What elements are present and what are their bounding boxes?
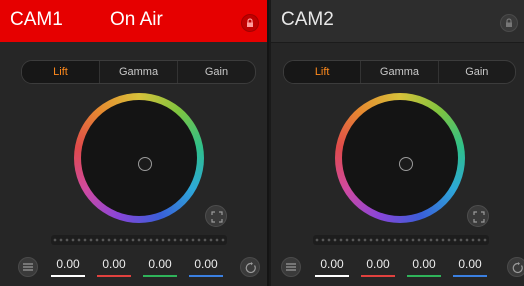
expand-icon[interactable] [205, 205, 227, 227]
luma-value[interactable]: 0.00 [315, 256, 349, 277]
panel-header: CAM1 On Air [0, 0, 267, 42]
blue-value[interactable]: 0.00 [189, 256, 223, 277]
color-values: 0.00 0.00 0.00 0.00 [51, 256, 223, 277]
color-wheel-handle[interactable] [138, 157, 152, 171]
tab-gamma[interactable]: Gamma [99, 61, 177, 83]
color-wheel-inner [342, 100, 458, 216]
red-value[interactable]: 0.00 [97, 256, 131, 277]
tab-lift[interactable]: Lift [22, 61, 99, 83]
lock-icon[interactable] [241, 14, 259, 32]
color-wheel-handle[interactable] [399, 157, 413, 171]
green-value[interactable]: 0.00 [143, 256, 177, 277]
camera-name: CAM2 [281, 9, 334, 30]
on-air-label: On Air [110, 9, 163, 30]
lock-icon[interactable] [500, 14, 518, 32]
camera-panel-cam2: CAM2 Lift Gamma Gain 0.00 0.00 0.00 0.00 [271, 0, 524, 286]
green-value[interactable]: 0.00 [407, 256, 441, 277]
tab-lift[interactable]: Lift [284, 61, 361, 83]
color-wheel-inner [81, 100, 197, 216]
expand-icon[interactable] [467, 205, 489, 227]
adjustment-tabs: Lift Gamma Gain [283, 60, 516, 84]
menu-icon[interactable] [281, 257, 301, 277]
tab-gain[interactable]: Gain [437, 61, 515, 83]
luma-value[interactable]: 0.00 [51, 256, 85, 277]
blue-value[interactable]: 0.00 [453, 256, 487, 277]
camera-panels: CAM1 On Air Lift Gamma Gain 0.00 0.00 0.… [0, 0, 524, 286]
master-dial[interactable] [313, 235, 489, 245]
reset-icon[interactable] [240, 257, 260, 277]
reset-icon[interactable] [507, 257, 524, 277]
color-values: 0.00 0.00 0.00 0.00 [315, 256, 487, 277]
adjustment-tabs: Lift Gamma Gain [21, 60, 256, 84]
tab-gain[interactable]: Gain [177, 61, 255, 83]
menu-icon[interactable] [18, 257, 38, 277]
camera-name: CAM1 [10, 9, 63, 30]
red-value[interactable]: 0.00 [361, 256, 395, 277]
color-wheel[interactable] [74, 93, 204, 223]
camera-panel-cam1: CAM1 On Air Lift Gamma Gain 0.00 0.00 0.… [0, 0, 269, 286]
color-wheel[interactable] [335, 93, 465, 223]
tab-gamma[interactable]: Gamma [360, 61, 437, 83]
master-dial[interactable] [51, 235, 227, 245]
panel-header: CAM2 [271, 0, 524, 43]
